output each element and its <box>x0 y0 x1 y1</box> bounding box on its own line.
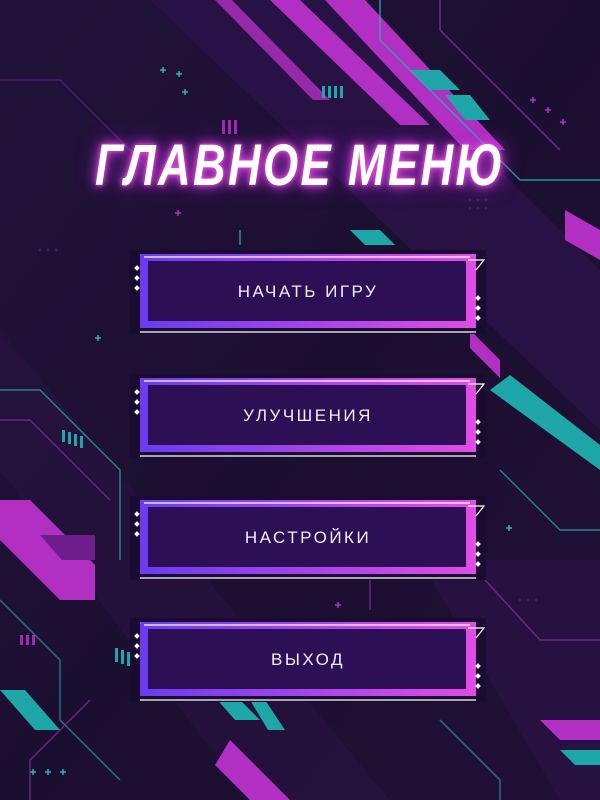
main-menu-title: ГЛАВНОЕ МЕНЮ <box>95 133 505 198</box>
start-game-button[interactable]: НАЧАТЬ ИГРУ <box>130 248 486 336</box>
upgrades-label: УЛУЧШЕНИЯ <box>243 406 373 425</box>
start-game-label: НАЧАТЬ ИГРУ <box>237 282 379 301</box>
settings-label: НАСТРОЙКИ <box>244 528 372 547</box>
upgrades-button[interactable]: УЛУЧШЕНИЯ <box>130 372 486 460</box>
exit-label: ВЫХОД <box>270 650 346 669</box>
exit-button[interactable]: ВЫХОД <box>130 616 486 704</box>
settings-button[interactable]: НАСТРОЙКИ <box>130 494 486 582</box>
